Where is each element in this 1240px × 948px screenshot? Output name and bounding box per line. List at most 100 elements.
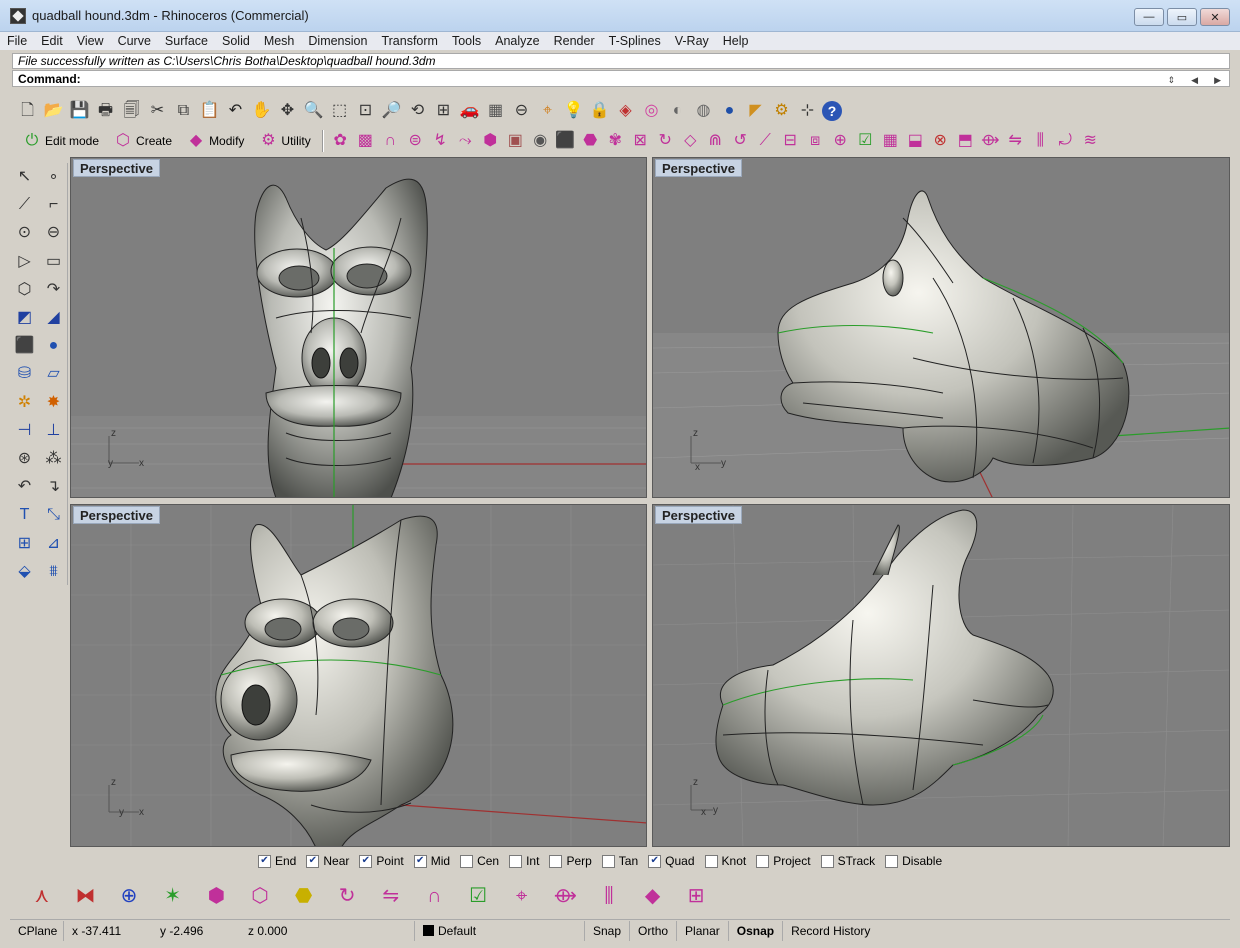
tspline-cycle-icon[interactable]: ↻ xyxy=(654,130,677,152)
tspline-split-icon[interactable]: ⧈ xyxy=(804,130,827,152)
tspline-star-icon[interactable]: ✾ xyxy=(604,130,627,152)
tspline-sphere-icon[interactable]: ⬢ xyxy=(479,130,502,152)
command-line[interactable]: Command: ⇕ ◀ ▶ xyxy=(12,70,1230,87)
viewport-label[interactable]: Perspective xyxy=(73,506,160,524)
menu-tools[interactable]: Tools xyxy=(445,34,488,48)
checkbox[interactable] xyxy=(549,854,563,868)
tspline-vertex-mode-icon[interactable]: ⬣ xyxy=(286,881,322,911)
checkbox[interactable] xyxy=(820,854,834,868)
tspline-crease-icon[interactable]: ⟋ xyxy=(754,130,777,152)
curve-icon[interactable]: ⌐ xyxy=(42,193,66,217)
scroll-left-icon[interactable]: ◀ xyxy=(1191,72,1198,88)
grid-plane-icon[interactable]: ▦ xyxy=(484,100,507,122)
tspline-insert-mode-icon[interactable]: ◆ xyxy=(635,881,671,911)
osnap-perp[interactable]: Perp xyxy=(549,854,592,868)
modify-tab[interactable]: ◆ Modify xyxy=(180,130,250,152)
menu-surface[interactable]: Surface xyxy=(158,34,215,48)
tspline-bridge-mode-icon[interactable]: ⫼ xyxy=(591,881,627,911)
menu-tsplines[interactable]: T-Splines xyxy=(602,34,668,48)
mesh-plane-icon[interactable]: ▱ xyxy=(42,362,66,386)
osnap-disable[interactable]: Disable xyxy=(885,854,942,868)
solid-cylinder-icon[interactable]: ⛁ xyxy=(13,362,37,386)
tspline-delete-icon[interactable]: ⊗ xyxy=(929,130,952,152)
osnap-int[interactable]: Int xyxy=(509,854,539,868)
ortho-toggle[interactable]: Ortho xyxy=(630,920,678,941)
tspline-insert-icon[interactable]: ⊟ xyxy=(779,130,802,152)
tspline-cycle-mode-icon[interactable]: ↻ xyxy=(329,881,365,911)
help-icon[interactable]: ? xyxy=(822,101,842,121)
checkbox[interactable] xyxy=(704,854,718,868)
maximize-button[interactable]: ▭ xyxy=(1167,8,1197,26)
checkbox[interactable] xyxy=(756,854,770,868)
scroll-right-icon[interactable]: ▶ xyxy=(1214,72,1221,88)
copy-icon[interactable]: ⧉ xyxy=(172,100,195,122)
tspline-prop-icon[interactable]: ✿ xyxy=(329,130,352,152)
undo-view-icon[interactable]: ⟲ xyxy=(406,100,429,122)
current-layer[interactable]: Default xyxy=(415,920,585,941)
paste-icon[interactable]: 📋 xyxy=(198,100,221,122)
analysis-icon[interactable]: ◤ xyxy=(744,100,767,122)
light-bulb-icon[interactable]: 💡 xyxy=(562,100,585,122)
close-button[interactable]: ✕ xyxy=(1200,8,1230,26)
render-sphere-icon[interactable]: ● xyxy=(718,100,741,122)
tspline-twist-icon[interactable]: ↺ xyxy=(729,130,752,152)
rotate-view-icon[interactable]: ✥ xyxy=(276,100,299,122)
solid-sphere-icon[interactable]: ● xyxy=(42,334,66,358)
arc-icon[interactable]: ▷ xyxy=(13,250,37,274)
tspline-grid-mode-icon[interactable]: ⊞ xyxy=(678,881,714,911)
osnap-quad[interactable]: ✔ Quad xyxy=(648,854,695,868)
text-icon[interactable]: T xyxy=(13,503,37,527)
solid-box-icon[interactable]: ⬛ xyxy=(13,334,37,358)
gumball-rotate-icon[interactable]: ⊕ xyxy=(111,881,147,911)
transform-gear-icon[interactable]: ✲ xyxy=(13,391,37,415)
select-filter-icon[interactable]: ⌖ xyxy=(536,100,559,122)
menu-vray[interactable]: V-Ray xyxy=(668,34,716,48)
tspline-smooth-icon[interactable]: ≋ xyxy=(1079,130,1102,152)
menu-help[interactable]: Help xyxy=(716,34,756,48)
ellipse-icon[interactable]: ⊖ xyxy=(42,221,66,245)
tspline-plane-icon[interactable]: ◇ xyxy=(679,130,702,152)
join-curve-icon[interactable]: ↶ xyxy=(13,475,37,499)
zoom-window-icon[interactable]: ⬚ xyxy=(328,100,351,122)
tspline-manipulator-icon[interactable]: ⌖ xyxy=(504,881,540,911)
zoom-selected-icon[interactable]: 🔎 xyxy=(380,100,403,122)
menu-analyze[interactable]: Analyze xyxy=(488,34,546,48)
tspline-select-mode-icon[interactable]: ☑ xyxy=(460,881,496,911)
osnap-point[interactable]: ✔ Point xyxy=(359,854,404,868)
checkbox[interactable]: ✔ xyxy=(258,854,271,868)
menu-curve[interactable]: Curve xyxy=(111,34,158,48)
explode-icon[interactable]: ✸ xyxy=(42,391,66,415)
tspline-extrude-icon[interactable]: ⬓ xyxy=(904,130,927,152)
tspline-convert-icon[interactable]: ⤾ xyxy=(1054,130,1077,152)
color-wheel-icon[interactable]: ◎ xyxy=(640,100,663,122)
checkbox[interactable] xyxy=(601,854,615,868)
osnap-toggle[interactable]: Osnap xyxy=(729,920,784,941)
vray-material-icon[interactable]: ▣ xyxy=(504,130,527,152)
export-icon[interactable]: 🗐 xyxy=(120,100,143,122)
tspline-select-icon[interactable]: ☑ xyxy=(854,130,877,152)
gumball-move-icon[interactable]: ⧓ xyxy=(68,881,104,911)
osnap-mid[interactable]: ✔ Mid xyxy=(413,854,450,868)
menu-dimension[interactable]: Dimension xyxy=(301,34,374,48)
rectangle-icon[interactable]: ▭ xyxy=(42,250,66,274)
drafting-icon[interactable]: ⩩ xyxy=(42,560,66,584)
menu-transform[interactable]: Transform xyxy=(374,34,445,48)
zoom-dynamic-icon[interactable]: 🔍 xyxy=(302,100,325,122)
menu-mesh[interactable]: Mesh xyxy=(257,34,302,48)
pan-icon[interactable]: ✋ xyxy=(250,100,273,122)
create-tab[interactable]: ⬡ Create xyxy=(107,130,178,152)
print-icon[interactable]: 🖶 xyxy=(94,100,117,122)
osnap-strack[interactable]: STrack xyxy=(820,854,875,868)
tspline-bend-icon[interactable]: ↯ xyxy=(429,130,452,152)
tspline-face-icon[interactable]: ▦ xyxy=(879,130,902,152)
open-icon[interactable]: 📂 xyxy=(42,100,65,122)
checkbox[interactable] xyxy=(885,854,899,868)
lock-icon[interactable]: 🔒 xyxy=(588,100,611,122)
osnap-near[interactable]: ✔ Near xyxy=(306,854,349,868)
tspline-grid-icon[interactable]: ▩ xyxy=(354,130,377,152)
viewport-label[interactable]: Perspective xyxy=(73,159,160,177)
rebuild-curve-icon[interactable]: ↴ xyxy=(42,475,66,499)
utility-tab[interactable]: ⚙ Utility xyxy=(252,130,316,152)
minimize-button[interactable]: — xyxy=(1134,8,1164,26)
split-icon[interactable]: ⊥ xyxy=(42,419,66,443)
